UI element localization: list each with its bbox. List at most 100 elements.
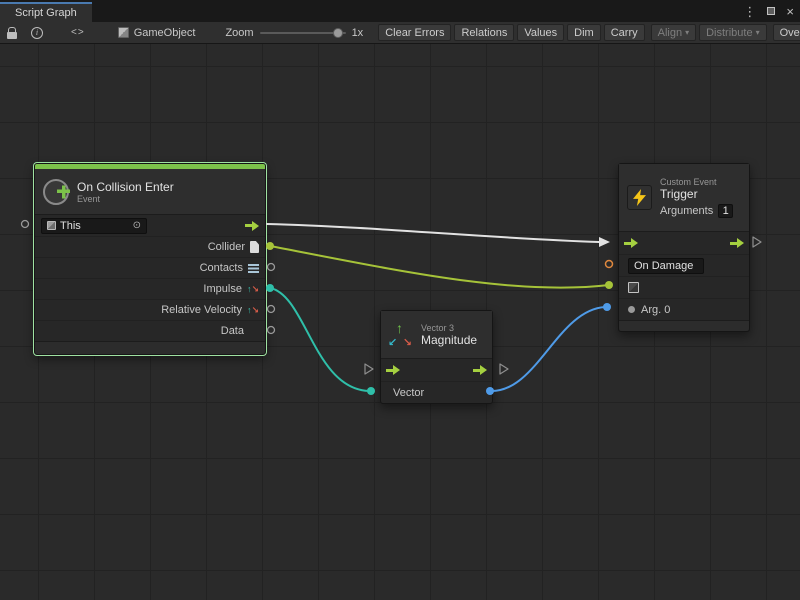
lock-button[interactable] bbox=[0, 22, 24, 44]
control-flow-row bbox=[381, 359, 492, 381]
wire-control-flow[interactable] bbox=[267, 224, 599, 242]
overview-button[interactable]: Overv bbox=[773, 24, 800, 41]
output-label: Contacts bbox=[200, 262, 243, 274]
input-row-target[interactable] bbox=[619, 276, 749, 298]
dim-button[interactable]: Dim bbox=[567, 24, 601, 41]
vector3-type-icon: ↑↘ bbox=[247, 285, 259, 294]
port-this-input[interactable] bbox=[22, 221, 29, 228]
gameobject-cube-icon bbox=[628, 282, 639, 293]
distribute-label: Distribute bbox=[706, 27, 752, 39]
align-dropdown[interactable]: Align ▾ bbox=[651, 24, 696, 41]
output-label: Relative Velocity bbox=[161, 304, 242, 316]
window-menu-button[interactable]: ⋮ bbox=[743, 5, 756, 18]
port-event-name-input[interactable] bbox=[606, 261, 613, 268]
output-row-relative-velocity[interactable]: Relative Velocity ↑↘ bbox=[35, 299, 265, 320]
carry-button[interactable]: Carry bbox=[604, 24, 645, 41]
arguments-count-field[interactable]: 1 bbox=[718, 204, 733, 218]
port-contacts-output[interactable] bbox=[268, 264, 275, 271]
port-trigger-control-output[interactable] bbox=[753, 237, 761, 247]
gameobject-context-button[interactable]: GameObject bbox=[118, 27, 196, 39]
graph-toolbar: i <> GameObject Zoom 1x Clear Errors Rel… bbox=[0, 22, 800, 44]
port-magnitude-control-output[interactable] bbox=[500, 364, 508, 374]
input-row-vector[interactable]: Vector bbox=[381, 381, 492, 403]
port-impulse-output[interactable] bbox=[266, 284, 274, 292]
output-row-data[interactable]: Data bbox=[35, 320, 265, 341]
node-category: Vector 3 bbox=[421, 323, 477, 333]
output-label: Impulse bbox=[203, 283, 242, 295]
node-header[interactable]: ↑ ↙ ↘ Vector 3 Magnitude bbox=[381, 311, 492, 359]
control-output-port[interactable] bbox=[245, 221, 259, 231]
align-label: Align bbox=[658, 27, 682, 39]
port-vector-input[interactable] bbox=[367, 387, 375, 395]
node-trigger-custom-event[interactable]: Custom Event Trigger Arguments 1 On Dama… bbox=[618, 163, 750, 332]
inspect-button[interactable]: i bbox=[24, 22, 50, 44]
window-close-button[interactable]: × bbox=[786, 5, 794, 18]
output-row-collider[interactable]: Collider bbox=[35, 236, 265, 257]
control-output-port[interactable] bbox=[473, 365, 487, 375]
script-graph-window: Script Graph ⋮ × i <> GameObject Zoom 1x… bbox=[0, 0, 800, 600]
gameobject-cube-icon bbox=[47, 221, 56, 230]
tab-bar: Script Graph ⋮ × bbox=[0, 0, 800, 22]
wire-arrowhead-icon bbox=[599, 237, 610, 247]
node-footer bbox=[35, 341, 265, 354]
collider-type-icon bbox=[250, 241, 259, 253]
node-header[interactable]: On Collision Enter Event bbox=[35, 169, 265, 215]
node-title: On Collision Enter bbox=[77, 180, 174, 194]
arrow-down-left-icon: ↙ bbox=[388, 336, 397, 349]
wire-collider-to-target[interactable] bbox=[270, 246, 609, 288]
code-icon: <> bbox=[71, 27, 85, 38]
target-object-field[interactable]: This ⊙ bbox=[41, 218, 147, 234]
node-title: Trigger bbox=[660, 187, 733, 201]
relations-button[interactable]: Relations bbox=[454, 24, 514, 41]
info-icon: i bbox=[31, 27, 43, 39]
lock-icon bbox=[7, 32, 17, 39]
arrow-up-icon: ↑ bbox=[396, 320, 403, 336]
arrow-down-right-icon: ↘ bbox=[403, 336, 412, 349]
zoom-label: Zoom bbox=[225, 27, 253, 39]
port-arg0-input[interactable] bbox=[603, 303, 611, 311]
port-magnitude-control-input[interactable] bbox=[365, 364, 373, 374]
arg0-label: Arg. 0 bbox=[641, 304, 670, 316]
tab-script-graph[interactable]: Script Graph bbox=[0, 2, 92, 22]
port-data-output[interactable] bbox=[268, 327, 275, 334]
output-label: Collider bbox=[208, 241, 245, 253]
port-collider-output[interactable] bbox=[266, 242, 274, 250]
clear-errors-button[interactable]: Clear Errors bbox=[378, 24, 451, 41]
zoom-slider-knob[interactable] bbox=[333, 28, 343, 38]
input-label: Vector bbox=[393, 387, 424, 399]
zoom-value: 1x bbox=[352, 27, 364, 39]
node-title: Magnitude bbox=[421, 333, 477, 347]
tab-label: Script Graph bbox=[15, 7, 77, 19]
window-maximize-button[interactable] bbox=[767, 7, 775, 15]
target-value: This bbox=[60, 220, 81, 232]
control-flow-row bbox=[619, 232, 749, 254]
values-button[interactable]: Values bbox=[517, 24, 564, 41]
object-picker-icon[interactable]: ⊙ bbox=[133, 220, 141, 231]
control-input-port[interactable] bbox=[386, 365, 400, 375]
wire-magnitude-to-arg0[interactable] bbox=[490, 307, 605, 391]
node-on-collision-enter[interactable]: On Collision Enter Event This ⊙ Collider… bbox=[34, 163, 266, 355]
control-input-port[interactable] bbox=[624, 238, 638, 248]
port-target-input[interactable] bbox=[605, 281, 613, 289]
node-vector3-magnitude[interactable]: ↑ ↙ ↘ Vector 3 Magnitude Vector bbox=[380, 310, 493, 404]
control-output-port[interactable] bbox=[730, 238, 744, 248]
output-label: Data bbox=[221, 325, 244, 337]
zoom-slider[interactable] bbox=[260, 32, 346, 34]
node-subtitle: Event bbox=[77, 194, 174, 204]
node-header[interactable]: Custom Event Trigger Arguments 1 bbox=[619, 164, 749, 232]
port-relative-velocity-output[interactable] bbox=[268, 306, 275, 313]
wire-impulse-to-vector[interactable] bbox=[270, 288, 369, 391]
target-row: This ⊙ bbox=[35, 215, 265, 236]
plus-icon bbox=[57, 185, 70, 198]
arguments-label: Arguments bbox=[660, 205, 713, 217]
edit-code-button[interactable]: <> bbox=[64, 22, 92, 44]
graph-canvas[interactable]: On Collision Enter Event This ⊙ Collider… bbox=[0, 44, 800, 600]
output-row-impulse[interactable]: Impulse ↑↘ bbox=[35, 278, 265, 299]
event-name-field[interactable]: On Damage bbox=[628, 258, 704, 274]
input-row-event-name[interactable]: On Damage bbox=[619, 254, 749, 276]
list-type-icon bbox=[248, 264, 259, 273]
distribute-dropdown[interactable]: Distribute ▾ bbox=[699, 24, 766, 41]
output-row-contacts[interactable]: Contacts bbox=[35, 257, 265, 278]
input-row-arg0[interactable]: Arg. 0 bbox=[619, 298, 749, 320]
collision-event-icon bbox=[43, 179, 69, 205]
